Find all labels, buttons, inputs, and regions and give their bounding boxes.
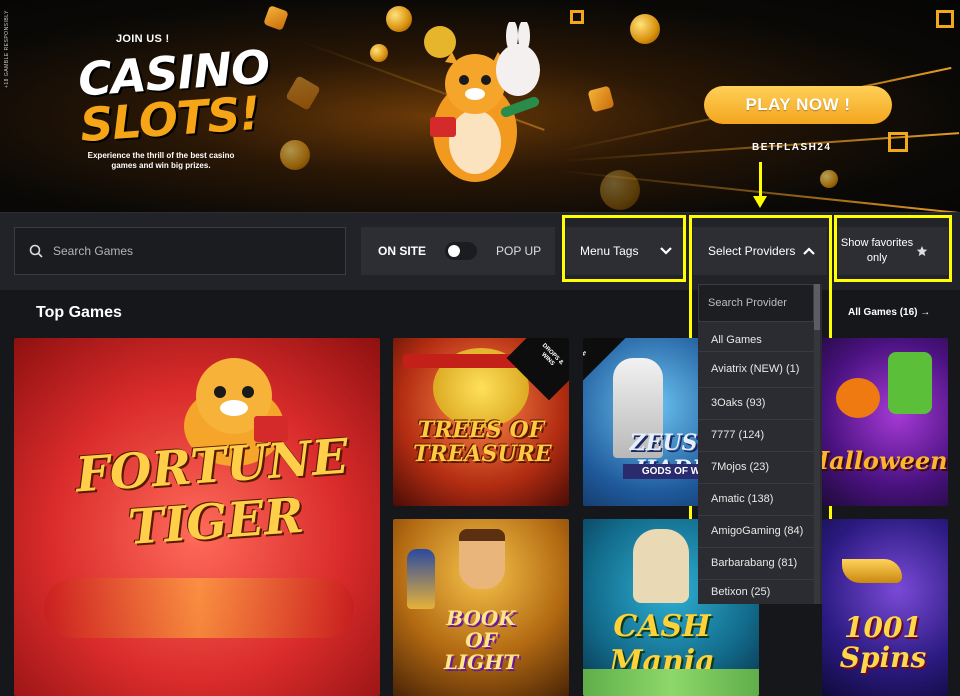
pop-up-label: POP UP	[496, 244, 542, 258]
game-tile-trees-of-treasure[interactable]: TREES OF TREASURE DROPS & WINS	[393, 338, 569, 506]
pumpkin-illustration	[836, 378, 880, 418]
game-title: 1001 Spins	[839, 611, 927, 674]
provider-option[interactable]: Barbarabang (81)	[698, 548, 814, 580]
provider-search-box[interactable]	[698, 284, 814, 322]
coin-decoration	[280, 140, 310, 170]
age-notice: +18 GAMBLE RESPONSIBLY	[4, 10, 10, 89]
tiger-mascot-illustration	[424, 22, 540, 182]
pharaoh-illustration	[407, 549, 435, 609]
tiger-tail-decoration	[44, 578, 354, 638]
game-title: TREES OF TREASURE	[413, 417, 552, 467]
annotation-arrow-head	[753, 196, 767, 208]
ribbon-label: DROPS & WINS	[583, 338, 588, 358]
on-site-label: ON SITE	[378, 244, 427, 258]
search-games-box[interactable]	[14, 227, 346, 275]
display-mode-toggle: ON SITE POP UP	[361, 227, 555, 275]
annotation-arrow-shaft	[759, 162, 762, 198]
magic-lamp-illustration	[842, 559, 902, 583]
select-providers-label: Select Providers	[708, 244, 796, 258]
coin-decoration	[370, 44, 388, 62]
scrollbar-thumb[interactable]	[814, 284, 820, 330]
provider-option[interactable]: Amatic (138)	[698, 484, 814, 516]
coin-decoration	[630, 14, 660, 44]
provider-option[interactable]: AmigoGaming (84)	[698, 516, 814, 548]
show-favorites-label: Show favorites only	[840, 237, 914, 264]
games-toolbar: ON SITE POP UP Menu Tags Select Provider…	[0, 212, 960, 290]
provider-search-input[interactable]	[699, 285, 813, 321]
brand-logo: BETFLASH24	[752, 142, 832, 153]
game-title: Halloween	[822, 446, 948, 475]
explorer-illustration	[459, 529, 505, 589]
slots-title: SLOTS!	[78, 85, 262, 153]
provider-option[interactable]: 7Mojos (23)	[698, 452, 814, 484]
search-games-input[interactable]	[53, 244, 313, 258]
play-now-button[interactable]: PLAY NOW !	[704, 86, 892, 124]
provider-option[interactable]: 7777 (124)	[698, 420, 814, 452]
display-mode-switch[interactable]	[445, 242, 478, 260]
provider-option[interactable]: 3Oaks (93)	[698, 388, 814, 420]
menu-tags-label: Menu Tags	[580, 244, 639, 258]
all-games-link[interactable]: All Games (16) →	[848, 307, 930, 318]
top-games-heading: Top Games	[36, 304, 122, 321]
banner-tagline: Experience the thrill of the best casino…	[87, 151, 235, 170]
provider-option[interactable]: Betixon (25)	[698, 580, 814, 604]
chevron-up-icon	[803, 247, 815, 255]
menu-tags-dropdown[interactable]: Menu Tags	[566, 227, 684, 275]
coin-decoration	[600, 170, 640, 210]
game-title: FORTUNE TIGER	[73, 428, 351, 556]
game-tile-halloween[interactable]: Halloween	[822, 338, 948, 506]
provider-option[interactable]: Aviatrix (NEW) (1)	[698, 352, 814, 388]
game-tile-fortune-tiger[interactable]: FORTUNE TIGER	[14, 338, 380, 696]
show-favorites-toggle[interactable]: Show favorites only	[838, 227, 948, 275]
frame-decoration	[936, 10, 954, 28]
monster-illustration	[888, 352, 932, 414]
select-providers-dropdown[interactable]: Select Providers	[693, 227, 827, 275]
ribbon-label: DROPS & WINS	[539, 342, 565, 368]
provider-option[interactable]: All Games	[698, 330, 814, 352]
game-tile-1001-spins[interactable]: 1001 Spins	[822, 519, 948, 696]
provider-list-scrollbar[interactable]	[814, 284, 820, 604]
promo-banner[interactable]: +18 GAMBLE RESPONSIBLY JOIN US ! CASINO …	[0, 0, 960, 212]
star-icon	[916, 246, 928, 256]
dice-decoration	[285, 75, 321, 111]
frame-decoration	[888, 132, 908, 152]
join-us-text: JOIN US !	[116, 33, 170, 45]
dice-decoration	[263, 5, 289, 31]
chevron-down-icon	[660, 247, 672, 255]
game-title: BOOK OF LIGHT	[443, 606, 519, 674]
dice-decoration	[587, 85, 615, 113]
money-pile-decoration	[583, 669, 759, 696]
game-tile-book-of-light[interactable]: BOOK OF LIGHT	[393, 519, 569, 696]
frame-decoration	[570, 10, 584, 24]
search-icon	[29, 244, 43, 258]
providers-dropdown-panel: All Games Aviatrix (NEW) (1) 3Oaks (93) …	[698, 284, 822, 604]
coin-decoration	[820, 170, 838, 188]
switch-knob	[448, 245, 461, 257]
banker-illustration	[633, 529, 689, 603]
provider-list: All Games Aviatrix (NEW) (1) 3Oaks (93) …	[698, 330, 814, 604]
